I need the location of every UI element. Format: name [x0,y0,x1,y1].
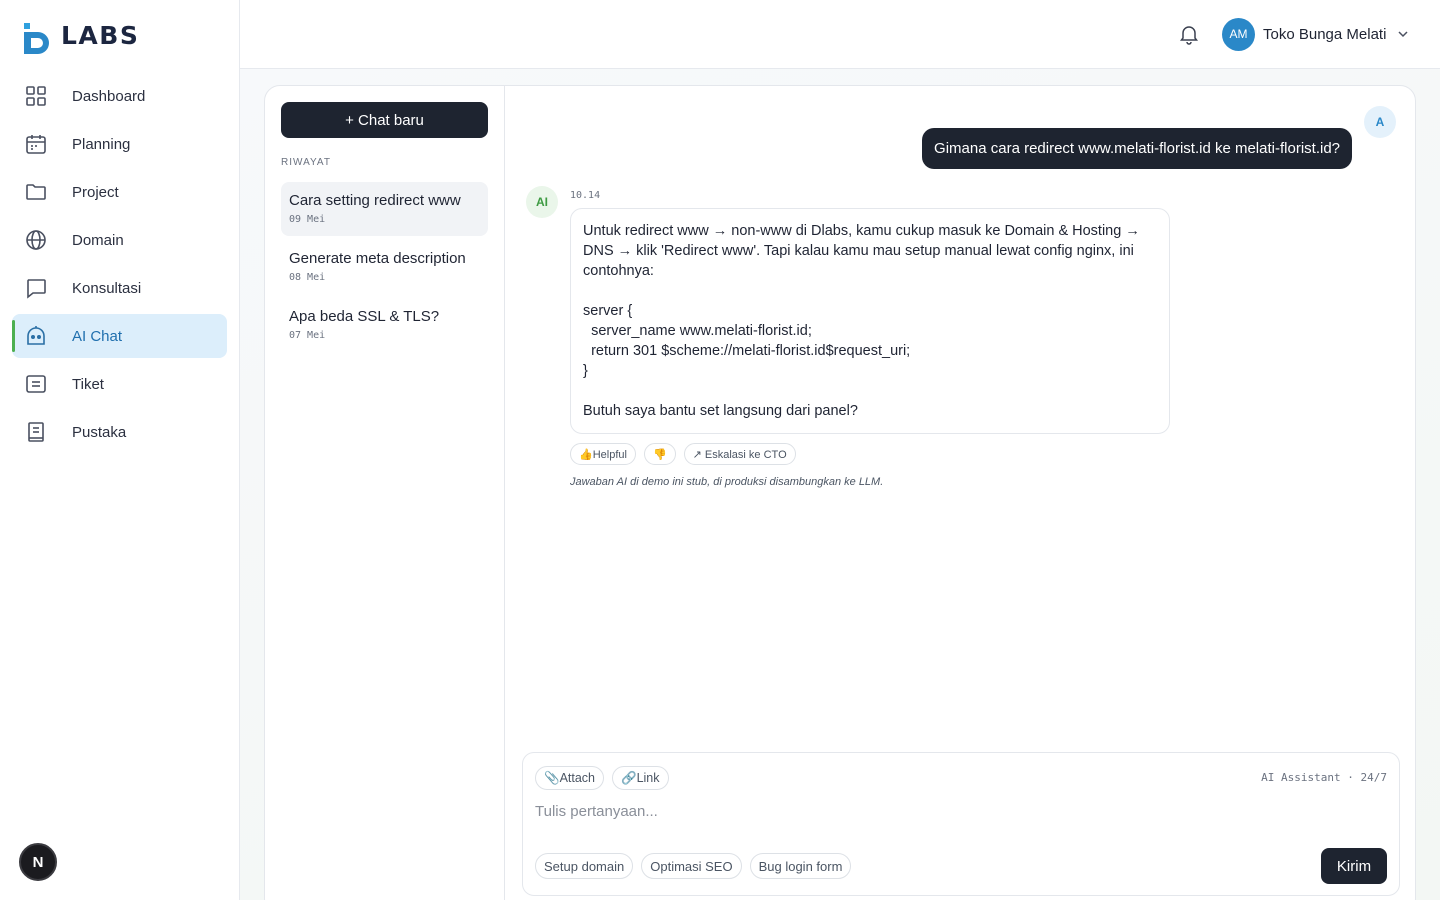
history-item-date: 08 Mei [289,272,326,283]
history-item[interactable]: Generate meta description 08 Mei [281,240,488,294]
user-message-bubble: Gimana cara redirect www.melati-florist.… [922,128,1352,169]
sidebar-item-label: Planning [72,135,131,153]
thumbs-down-button[interactable]: 👎 [643,443,676,465]
robot-icon [24,324,48,348]
history-heading: RIWAYAT [281,157,331,168]
message-reactions: 👍Helpful 👎 ↗ Eskalasi ke CTO [570,443,796,465]
link-button[interactable]: 🔗Link [612,766,669,790]
ai-disclaimer-note: Jawaban AI di demo ini stub, di produksi… [570,476,884,488]
suggestion-chip[interactable]: Bug login form [749,853,852,879]
ai-message-time: 10.14 [570,190,601,201]
chat-conversation: Gimana cara redirect www.melati-florist.… [506,86,1415,900]
user-avatar: A [1364,106,1396,138]
send-button[interactable]: Kirim [1321,848,1387,884]
sidebar-item-label: Project [72,183,119,201]
escalate-button[interactable]: ↗ Eskalasi ke CTO [683,443,796,465]
ai-chat-panel: + Chat baru RIWAYAT Cara setting redirec… [264,85,1416,900]
dev-tools-badge[interactable]: N [19,843,57,881]
sidebar-item-project[interactable]: Project [12,170,227,214]
sidebar-item-label: Tiket [72,375,104,393]
chat-history-panel: + Chat baru RIWAYAT Cara setting redirec… [265,86,505,900]
sidebar-item-ai-chat[interactable]: AI Chat [12,314,227,358]
history-list: Cara setting redirect www 09 Mei Generat… [281,182,488,356]
history-item[interactable]: Apa beda SSL & TLS? 07 Mei [281,298,488,352]
attach-button[interactable]: 📎Attach [535,766,605,790]
composer-tools: 📎Attach 🔗Link [535,766,669,790]
sidebar-item-label: Pustaka [72,423,127,441]
calendar-icon [24,132,48,156]
top-header: AM Toko Bunga Melati [240,0,1440,69]
user-name: Toko Bunga Melati [1263,25,1387,43]
user-menu[interactable]: AM Toko Bunga Melati [1222,17,1410,51]
sidebar-item-pustaka[interactable]: Pustaka [12,410,227,454]
book-icon [24,420,48,444]
bell-icon[interactable] [1177,22,1201,46]
sidebar-item-planning[interactable]: Planning [12,122,227,166]
avatar: AM [1222,17,1255,51]
ticket-icon [24,372,48,396]
logo-mark-icon [24,23,49,54]
sidebar-item-label: Dashboard [72,87,146,105]
sidebar-item-dashboard[interactable]: Dashboard [12,74,227,118]
brand-logo[interactable]: LABS [22,18,139,56]
sidebar-item-konsultasi[interactable]: Konsultasi [12,266,227,310]
helpful-button[interactable]: 👍Helpful [570,443,636,465]
ai-avatar: AI [526,186,558,218]
sidebar-item-tiket[interactable]: Tiket [12,362,227,406]
folder-icon [24,180,48,204]
ai-message-bubble: Untuk redirect www → non-www di Dlabs, k… [570,208,1170,434]
history-item-date: 07 Mei [289,330,326,341]
suggestion-chip[interactable]: Setup domain [535,853,634,879]
history-item-title: Cara setting redirect www [289,192,461,209]
history-item[interactable]: Cara setting redirect www 09 Mei [281,182,488,236]
assistant-status-label: AI Assistant · 24/7 [1261,771,1387,784]
grid-icon [24,84,48,108]
logo-text: LABS [61,21,140,50]
suggestion-chips: Setup domain Optimasi SEO Bug login form [535,853,852,879]
history-item-date: 09 Mei [289,214,326,225]
sidebar-item-domain[interactable]: Domain [12,218,227,262]
sidebar-item-label: AI Chat [72,327,123,345]
ai-message-text: Untuk redirect www → non-www di Dlabs, k… [583,223,1140,419]
chevron-down-icon [1396,27,1410,41]
new-chat-button[interactable]: + Chat baru [281,102,488,138]
sidebar-item-label: Domain [72,231,124,249]
sidebar: LABS Dashboard Planning Project Domain K… [0,0,240,900]
history-item-title: Apa beda SSL & TLS? [289,308,440,325]
sidebar-item-label: Konsultasi [72,279,142,297]
history-item-title: Generate meta description [289,250,466,267]
message-composer: 📎Attach 🔗Link AI Assistant · 24/7 Setup … [522,752,1400,896]
chat-bubble-icon [24,276,48,300]
question-input[interactable] [535,799,1385,823]
user-message-row: Gimana cara redirect www.melati-florist.… [922,106,1396,169]
sidebar-nav: Dashboard Planning Project Domain Konsul… [12,74,227,458]
globe-icon [24,228,48,252]
suggestion-chip[interactable]: Optimasi SEO [641,853,742,879]
